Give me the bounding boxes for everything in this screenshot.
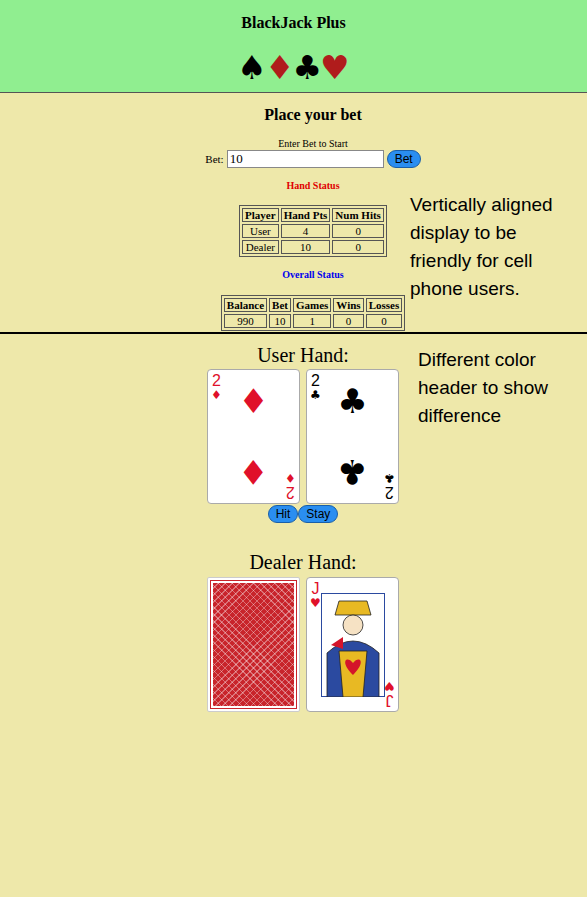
action-buttons: HitStay <box>268 504 339 523</box>
header: BlackJack Plus ♠♦♣♥ <box>0 0 587 93</box>
card-rank: 2 <box>311 373 320 389</box>
card-rank: 2 <box>385 484 394 500</box>
table-header-row: BalanceBetGamesWinsLosses <box>224 298 402 312</box>
card-corner: 2 ♦ <box>211 373 222 401</box>
action-button[interactable]: Stay <box>298 505 338 523</box>
card-suit: ♥ <box>310 597 321 609</box>
table-row: 99010100 <box>224 314 402 328</box>
table-header-cell: Losses <box>366 298 403 312</box>
card-corner: 2 ♣ <box>310 373 321 401</box>
table-header-cell: Num Hits <box>332 208 384 222</box>
annotation: Vertically aligned display to be friendl… <box>410 191 582 303</box>
table-header-row: PlayerHand PtsNum Hits <box>242 208 384 222</box>
table-header-cell: Balance <box>224 298 267 312</box>
table-cell: User <box>242 224 279 238</box>
card-back-pattern <box>211 581 296 708</box>
table-cell: 10 <box>269 314 291 328</box>
table-cell: 0 <box>333 314 363 328</box>
table-header-cell: Bet <box>269 298 291 312</box>
suit-icon: ♦ <box>265 50 295 85</box>
table-cell: 1 <box>293 314 331 328</box>
table-cell: 0 <box>332 240 384 254</box>
table-cell: 990 <box>224 314 267 328</box>
hand-status-title: Hand Status <box>286 180 339 192</box>
card-pip: ♦ <box>238 455 268 489</box>
overall-status-table: BalanceBetGamesWinsLosses99010100 <box>221 295 405 331</box>
card-rank: J <box>386 692 394 708</box>
suit-icon: ♠ <box>237 50 267 85</box>
card-corner: 2 ♣ <box>384 472 395 500</box>
table-header-cell: Player <box>242 208 279 222</box>
card-corner: 2 ♦ <box>285 472 296 500</box>
suit-icon: ♣ <box>293 50 323 85</box>
bet-input[interactable] <box>227 150 384 168</box>
card-corner: J ♥ <box>310 581 321 609</box>
playing-card: 2 ♣ ♣ ♣ 2 ♣ <box>306 369 399 504</box>
bet-button[interactable]: Bet <box>387 150 421 168</box>
action-button[interactable]: Hit <box>268 505 299 523</box>
table-header-cell: Hand Pts <box>281 208 331 222</box>
hands-section: User Hand: 2 ♦ ♦♦ 2 ♦2 ♣ ♣♣ 2 ♣ HitStay … <box>0 334 587 752</box>
status-section: Place your bet Enter Bet to Start Bet: B… <box>0 93 587 334</box>
annotation: Different color header to show differenc… <box>418 346 582 430</box>
table-cell: 10 <box>281 240 331 254</box>
table-cell: 0 <box>366 314 403 328</box>
card-corner: J ♥ <box>384 680 395 708</box>
card-suit: ♦ <box>211 389 222 401</box>
bet-title: Place your bet <box>264 105 361 125</box>
dealer-cards: J ♥ J ♥ <box>207 577 399 712</box>
blackjack-page: BlackJack Plus ♠♦♣♥ Place your bet Enter… <box>0 0 587 897</box>
card-back <box>207 577 300 712</box>
bet-label: Bet: <box>205 153 223 165</box>
playing-card: 2 ♦ ♦ ♦ 2 ♦ <box>207 369 300 504</box>
table-cell: 4 <box>281 224 331 238</box>
user-cards: 2 ♦ ♦♦ 2 ♦2 ♣ ♣♣ 2 ♣ <box>207 369 399 504</box>
user-hand-title: User Hand: <box>257 343 349 367</box>
table-header-cell: Wins <box>333 298 363 312</box>
card-rank: J <box>311 581 319 597</box>
card-suit: ♦ <box>285 472 296 484</box>
bet-hint: Enter Bet to Start <box>278 138 348 150</box>
table-row: Dealer100 <box>242 240 384 254</box>
app-title: BlackJack Plus <box>0 13 587 33</box>
playing-card: J ♥ J ♥ <box>306 577 399 712</box>
card-suit: ♣ <box>384 472 395 484</box>
card-rank: 2 <box>212 373 221 389</box>
hand-status-table: PlayerHand PtsNum HitsUser40Dealer100 <box>239 205 387 257</box>
card-pip: ♣ <box>337 384 367 418</box>
hands-column: User Hand: 2 ♦ ♦♦ 2 ♦2 ♣ ♣♣ 2 ♣ HitStay … <box>19 343 587 712</box>
suit-logo: ♠♦♣♥ <box>0 50 587 85</box>
suit-icon: ♥ <box>320 50 350 85</box>
jack-icon <box>321 593 385 697</box>
table-header-cell: Games <box>293 298 331 312</box>
card-pip: ♣ <box>337 455 367 489</box>
card-suit: ♥ <box>384 680 395 692</box>
card-rank: 2 <box>286 484 295 500</box>
card-suit: ♣ <box>310 389 321 401</box>
dealer-hand-title: Dealer Hand: <box>249 550 356 574</box>
table-row: User40 <box>242 224 384 238</box>
bet-row: Bet: Bet <box>205 150 420 168</box>
card-pip: ♦ <box>238 384 268 418</box>
table-cell: Dealer <box>242 240 279 254</box>
table-cell: 0 <box>332 224 384 238</box>
face-picture <box>321 593 385 701</box>
overall-status-title: Overall Status <box>282 269 343 281</box>
